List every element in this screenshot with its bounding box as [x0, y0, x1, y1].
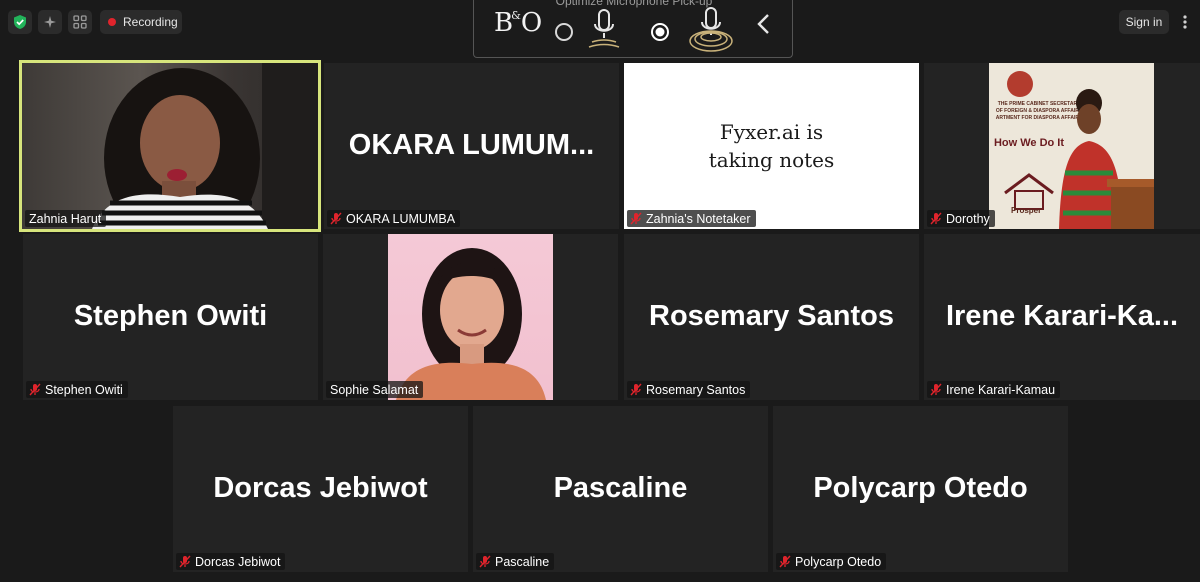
participant-tile-dorothy[interactable]: THE PRIME CABINET SECRETARY OF FOREIGN &…	[924, 63, 1200, 229]
mic-off-icon	[930, 212, 942, 225]
recording-label: Recording	[123, 15, 178, 29]
participant-name: Zahnia's Notetaker	[646, 211, 751, 226]
participant-label: Zahnia Harut	[25, 210, 107, 227]
notetaker-card: Fyxer.ai is taking notes	[624, 63, 919, 229]
participant-label: Rosemary Santos	[627, 381, 751, 398]
participant-label: Zahnia's Notetaker	[627, 210, 756, 227]
mic-off-icon	[930, 383, 942, 396]
participant-label: Polycarp Otedo	[776, 553, 887, 570]
participant-label: Irene Karari-Kamau	[927, 381, 1061, 398]
participant-name: OKARA LUMUMBA	[346, 211, 456, 226]
participant-display-name: Pascaline	[553, 471, 688, 504]
participant-tile-polycarp[interactable]: Polycarp Otedo Polycarp Otedo	[773, 406, 1068, 572]
omni-microphone-icon[interactable]	[586, 6, 622, 54]
omni-mic-radio[interactable]	[554, 22, 574, 42]
participant-video	[388, 234, 553, 400]
participant-name: Rosemary Santos	[646, 382, 746, 397]
participant-display-name: Stephen Owiti	[73, 299, 268, 332]
bo-logo: B&O	[494, 8, 542, 38]
participant-name: Polycarp Otedo	[795, 554, 882, 569]
mic-off-icon	[630, 383, 642, 396]
grid-icon[interactable]	[68, 10, 92, 34]
participant-video	[22, 63, 318, 229]
participant-name: Pascaline	[495, 554, 550, 569]
notetaker-line-2: taking notes	[708, 148, 835, 172]
participant-label: Pascaline	[476, 553, 555, 570]
recording-indicator[interactable]: Recording	[100, 10, 182, 34]
participant-label: Stephen Owiti	[26, 381, 128, 398]
speaker-figure	[1059, 89, 1154, 229]
participant-label: Dorothy	[927, 210, 995, 227]
participant-name: Zahnia Harut	[29, 211, 102, 226]
mic-off-icon	[479, 555, 491, 568]
sign-in-button[interactable]: Sign in	[1119, 10, 1169, 34]
participant-tile-stephen[interactable]: Stephen Owiti Stephen Owiti	[23, 234, 318, 400]
participant-label: OKARA LUMUMBA	[327, 210, 461, 227]
participant-video: THE PRIME CABINET SECRETARY OF FOREIGN &…	[989, 63, 1154, 229]
mic-off-icon	[179, 555, 191, 568]
participant-label: Dorcas Jebiwot	[176, 553, 286, 570]
more-vertical-icon[interactable]	[1175, 10, 1195, 34]
participant-display-name: Rosemary Santos	[649, 299, 894, 332]
participant-tile-sophie[interactable]: Sophie Salamat	[323, 234, 618, 400]
directional-microphone-icon[interactable]	[688, 4, 734, 54]
mic-pickup-panel: Optimize Microphone Pick-up B&O	[473, 0, 793, 58]
mic-off-icon	[779, 555, 791, 568]
mic-pickup-title: Optimize Microphone Pick-up	[555, 0, 713, 8]
mic-off-icon	[29, 383, 41, 396]
participant-name: Dorothy	[946, 211, 990, 226]
sparkle-icon[interactable]	[38, 10, 62, 34]
mic-off-icon	[330, 212, 342, 225]
participant-tile-rosemary[interactable]: Rosemary Santos Rosemary Santos	[624, 234, 919, 400]
shield-check-icon[interactable]	[8, 10, 32, 34]
notetaker-line-1: Fyxer.ai is	[719, 120, 824, 144]
directional-mic-radio[interactable]	[650, 22, 670, 42]
participant-name: Dorcas Jebiwot	[195, 554, 281, 569]
participant-tile-irene[interactable]: Irene Karari-Ka... Irene Karari-Kamau	[924, 234, 1200, 400]
participant-tile-okara[interactable]: OKARA LUMUM... OKARA LUMUMBA	[324, 63, 619, 229]
participant-tile-zahnia[interactable]: Zahnia Harut	[19, 60, 321, 232]
participant-name: Sophie Salamat	[330, 382, 419, 397]
participant-display-name: Irene Karari-Ka...	[945, 299, 1179, 332]
participant-tile-dorcas[interactable]: Dorcas Jebiwot Dorcas Jebiwot	[173, 406, 468, 572]
participant-name: Irene Karari-Kamau	[946, 382, 1056, 397]
participant-tile-pascaline[interactable]: Pascaline Pascaline	[473, 406, 768, 572]
participant-name: Stephen Owiti	[45, 382, 123, 397]
participant-label: Sophie Salamat	[326, 381, 424, 398]
participant-tile-notetaker[interactable]: Fyxer.ai is taking notes Zahnia's Noteta…	[624, 63, 919, 229]
participant-display-name: OKARA LUMUM...	[348, 128, 595, 161]
recording-dot-icon	[108, 18, 116, 26]
participant-display-name: Dorcas Jebiwot	[213, 471, 428, 504]
participant-display-name: Polycarp Otedo	[813, 471, 1028, 504]
mic-off-icon	[630, 212, 642, 225]
collapse-chevron-icon[interactable]	[754, 12, 774, 36]
banner-footer: Prosper	[1011, 206, 1042, 215]
banner-seal-icon	[1007, 71, 1033, 97]
